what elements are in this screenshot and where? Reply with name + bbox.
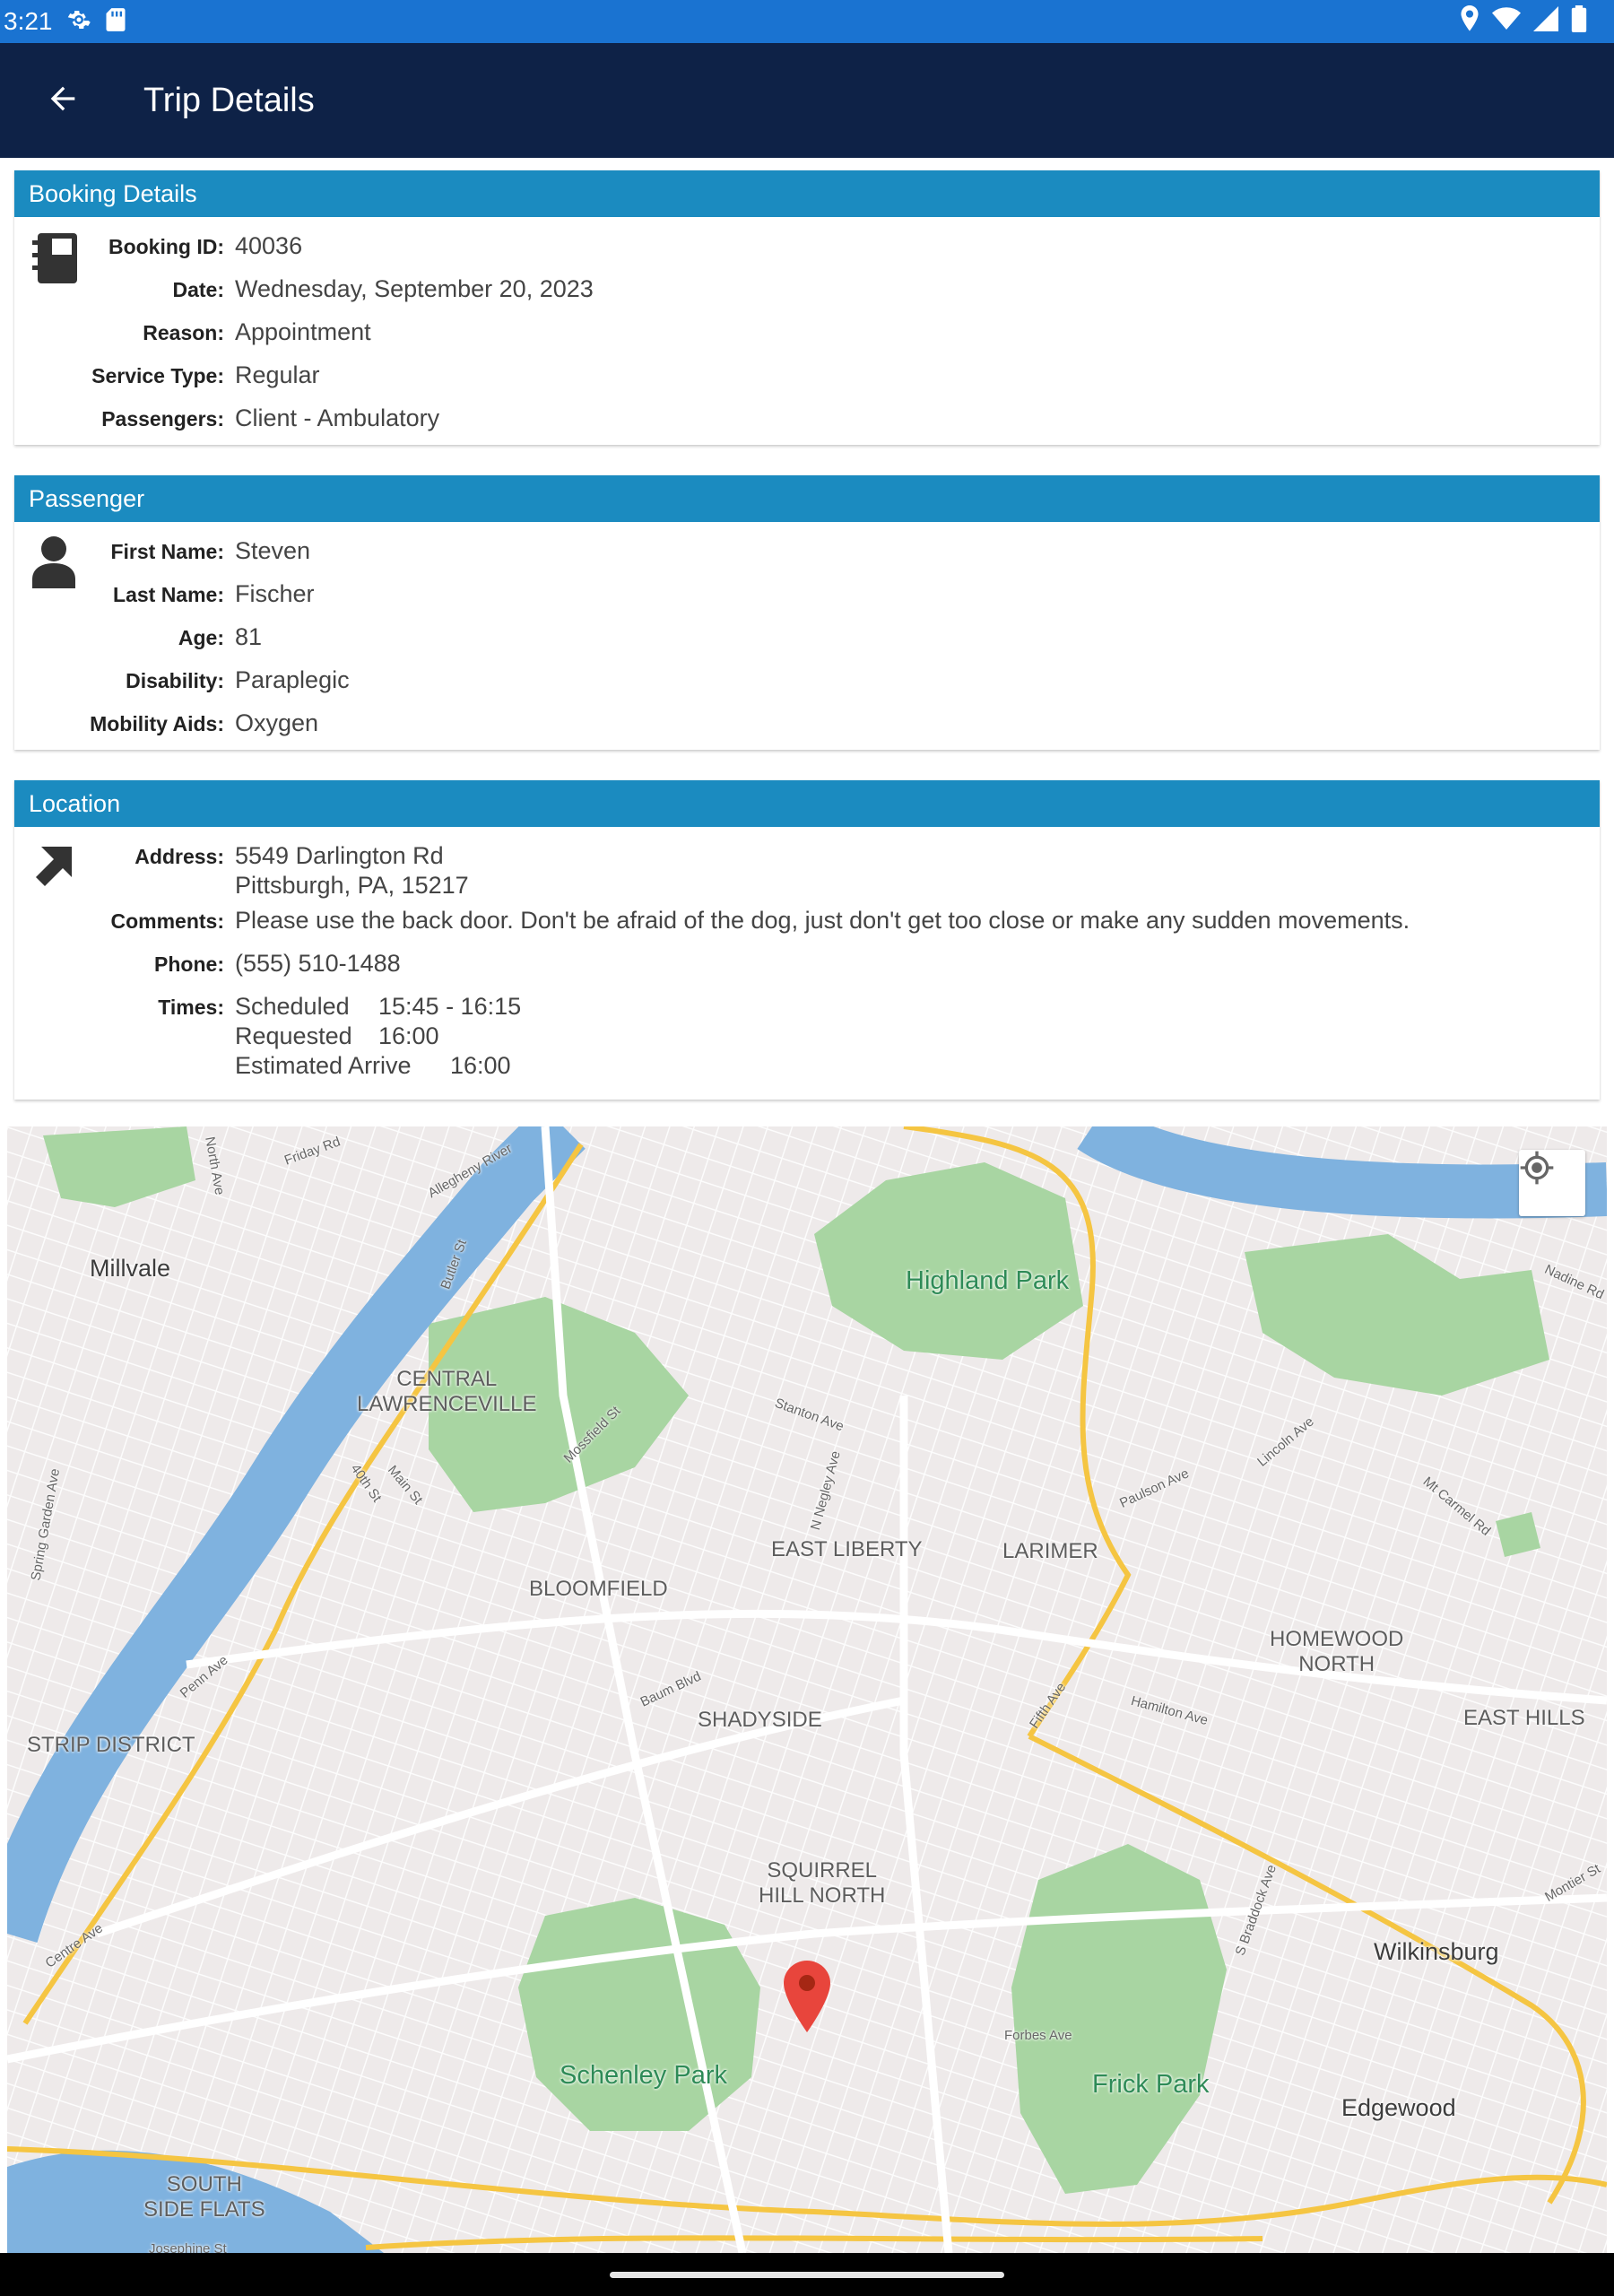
reason-row: Reason: Appointment [14, 312, 1600, 355]
map-label-strip-district: STRIP DISTRICT [27, 1733, 195, 1757]
passengers-value: Client - Ambulatory [235, 404, 440, 431]
map-label-highland-park: Highland Park [906, 1266, 1070, 1295]
map-label-east-hills: EAST HILLS [1463, 1706, 1585, 1730]
address-value: 5549 Darlington Rd Pittsburgh, PA, 15217 [235, 836, 469, 900]
my-location-button[interactable] [1519, 1150, 1585, 1216]
booking-id-value: 40036 [235, 232, 303, 259]
home-gesture-handle[interactable] [610, 2272, 1004, 2278]
person-icon [32, 535, 82, 588]
location-card: Location Address: 5549 Darlington Rd Pit… [14, 780, 1600, 1100]
comments-label: Comments: [110, 909, 224, 933]
map-label-wilkinsburg: Wilkinsburg [1374, 1938, 1499, 1965]
first-name-row: First Name: Steven [14, 531, 1600, 574]
wifi-icon [1492, 6, 1521, 36]
age-value: 81 [235, 623, 263, 650]
booklet-icon [32, 233, 82, 283]
service-type-value: Regular [235, 361, 320, 388]
mobility-aids-value: Oxygen [235, 709, 319, 736]
status-bar: 3:21 [0, 0, 1614, 43]
map-label-schenley-park: Schenley Park [560, 2061, 727, 2090]
app-bar: Trip Details [0, 43, 1614, 158]
service-type-label: Service Type: [91, 364, 224, 387]
phone-label: Phone: [154, 952, 224, 976]
map-label-shadyside: SHADYSIDE [698, 1708, 822, 1732]
reason-label: Reason: [143, 321, 224, 344]
map-view[interactable]: Millvale Highland Park CENTRAL LAWRENCEV… [7, 1126, 1607, 2253]
map-label-frick-park: Frick Park [1092, 2070, 1210, 2099]
back-button[interactable] [27, 65, 99, 136]
passengers-label: Passengers: [101, 407, 224, 430]
booking-details-card: Booking Details Booking ID: 40036 Date: … [14, 170, 1600, 445]
passenger-header: Passenger [14, 475, 1600, 522]
map-label-east-liberty: EAST LIBERTY [771, 1537, 923, 1561]
arrow-up-right-icon [32, 843, 82, 893]
location-icon [1460, 5, 1480, 37]
times-scheduled-value: 15:45 - 16:15 [378, 993, 522, 1020]
first-name-value: Steven [235, 537, 311, 564]
age-label: Age: [178, 626, 224, 649]
times-requested-name: Requested [235, 1022, 352, 1049]
address-row: Address: 5549 Darlington Rd Pittsburgh, … [14, 836, 1600, 900]
date-row: Date: Wednesday, September 20, 2023 [14, 269, 1600, 312]
phone-value[interactable]: (555) 510-1488 [235, 944, 401, 978]
passenger-card: Passenger First Name: Steven Last Name: … [14, 475, 1600, 750]
street-label-josephine-st: Josephine St [149, 2241, 227, 2253]
times-estimated: Estimated Arrive 16:00 [235, 1051, 521, 1081]
times-estimated-name: Estimated Arrive [235, 1052, 412, 1079]
location-header: Location [14, 780, 1600, 827]
map-label-bloomfield: BLOOMFIELD [529, 1577, 668, 1601]
disability-value: Paraplegic [235, 666, 350, 693]
system-navigation-bar [0, 2253, 1614, 2296]
times-requested: Requested 16:00 [235, 1022, 521, 1051]
disability-label: Disability: [126, 669, 224, 692]
mobility-aids-row: Mobility Aids: Oxygen [14, 703, 1600, 746]
times-scheduled: Scheduled 15:45 - 16:15 [235, 992, 521, 1022]
arrow-back-icon [45, 81, 81, 121]
times-requested-value: 16:00 [378, 1022, 439, 1049]
times-value: Scheduled 15:45 - 16:15 Requested 16:00 … [235, 987, 521, 1081]
status-time: 3:21 [4, 7, 53, 35]
times-estimated-value: 16:00 [450, 1052, 511, 1079]
times-row: Times: Scheduled 15:45 - 16:15 Requested… [14, 987, 1600, 1081]
map-label-millvale: Millvale [90, 1255, 171, 1282]
page-title: Trip Details [143, 81, 315, 119]
age-row: Age: 81 [14, 617, 1600, 660]
reason-value: Appointment [235, 318, 371, 345]
booking-id-row: Booking ID: 40036 [14, 226, 1600, 269]
times-scheduled-name: Scheduled [235, 993, 350, 1020]
disability-row: Disability: Paraplegic [14, 660, 1600, 703]
last-name-value: Fischer [235, 580, 315, 607]
address-line1: 5549 Darlington Rd [235, 842, 444, 869]
battery-icon [1571, 5, 1587, 37]
comments-row: Comments: Please use the back door. Don'… [14, 900, 1600, 944]
settings-icon [65, 6, 92, 38]
map-label-edgewood: Edgewood [1341, 2094, 1456, 2121]
booking-details-header: Booking Details [14, 170, 1600, 217]
street-label-forbes-ave: Forbes Ave [1004, 2028, 1072, 2043]
map-label-homewood-north: HOMEWOOD NORTH [1270, 1627, 1404, 1676]
map-canvas [7, 1126, 1607, 2253]
mobility-aids-label: Mobility Aids: [90, 712, 224, 735]
date-value: Wednesday, September 20, 2023 [235, 275, 594, 302]
phone-row: Phone: (555) 510-1488 [14, 944, 1600, 987]
signal-icon [1533, 6, 1558, 36]
times-label: Times: [158, 996, 224, 1019]
last-name-row: Last Name: Fischer [14, 574, 1600, 617]
map-label-central-lawrenceville: CENTRAL LAWRENCEVILLE [357, 1367, 537, 1416]
comments-value: Please use the back door. Don't be afrai… [235, 907, 1410, 934]
map-label-squirrel-hill-north: SQUIRREL HILL NORTH [759, 1858, 886, 1908]
service-type-row: Service Type: Regular [14, 355, 1600, 398]
map-pin-icon[interactable] [784, 1961, 837, 2036]
address-line2: Pittsburgh, PA, 15217 [235, 872, 469, 899]
map-label-south-side-flats: SOUTH SIDE FLATS [143, 2172, 265, 2222]
sd-card-icon [105, 7, 126, 37]
map-label-larimer: LARIMER [1002, 1539, 1098, 1563]
passengers-row: Passengers: Client - Ambulatory [14, 398, 1600, 441]
